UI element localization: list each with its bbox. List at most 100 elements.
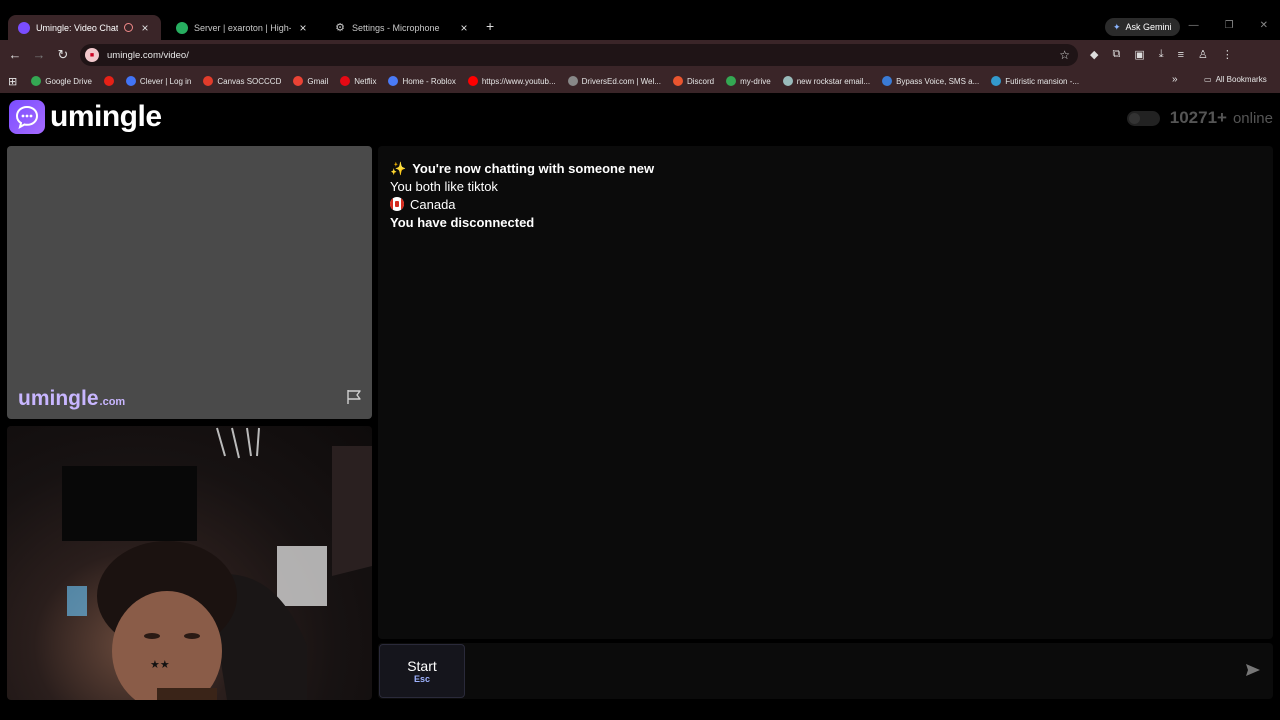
bookmark-item[interactable]: Futiristic mansion -...: [991, 76, 1079, 86]
bookmark-label: new rockstar email...: [796, 76, 871, 86]
message-text: You're now chatting with someone new: [412, 161, 655, 176]
watermark-tld: .com: [99, 396, 126, 408]
bookmark-favicon-icon: [31, 76, 42, 86]
bookmark-favicon-icon: [991, 76, 1002, 86]
bookmark-favicon-icon: [388, 76, 399, 86]
bookmark-label: Gmail: [307, 76, 329, 86]
camera-permission-icon[interactable]: ■: [85, 48, 99, 62]
restore-icon[interactable]: ❐: [1225, 20, 1234, 31]
umingle-favicon-icon: [18, 21, 30, 34]
bookmark-item[interactable]: Google Drive: [31, 76, 92, 86]
start-shortcut-key: Esc: [413, 674, 430, 684]
side-panel-icon[interactable]: ▣: [1134, 48, 1144, 61]
bookmark-item[interactable]: [103, 76, 114, 86]
address-bar[interactable]: ■ umingle.com/video/ ☆: [80, 44, 1078, 66]
close-tab-icon[interactable]: ×: [297, 22, 309, 34]
more-bookmarks-icon[interactable]: »: [1172, 74, 1178, 85]
reload-icon[interactable]: ↻: [51, 47, 75, 63]
bookmark-label: Discord: [686, 76, 715, 86]
bookmark-label: my-drive: [740, 76, 771, 86]
online-count: 10271+: [1169, 108, 1227, 127]
site-logo[interactable]: umingle: [9, 100, 162, 134]
bookmark-favicon-icon: [782, 76, 793, 86]
stranger-video: umingle .com: [7, 146, 372, 419]
browser-tabstrip: Umingle: Video Chat with St × Server | e…: [0, 0, 1280, 40]
bookmark-item[interactable]: Netflix: [340, 76, 376, 86]
tab-settings-microphone[interactable]: ⚙ Settings - Microphone ×: [324, 15, 480, 40]
canada-flag-icon: [390, 197, 404, 211]
extensions-puzzle-icon[interactable]: ⧉: [1112, 48, 1120, 61]
bookmark-item[interactable]: new rockstar email...: [782, 76, 871, 86]
close-tab-icon[interactable]: ×: [139, 22, 151, 34]
all-bookmarks-button[interactable]: ▭ All Bookmarks: [1204, 75, 1267, 84]
chat-input-row: Start Esc: [378, 643, 1273, 699]
start-button[interactable]: Start Esc: [379, 644, 465, 698]
forward-icon[interactable]: →: [27, 47, 51, 62]
minimize-icon[interactable]: —: [1189, 20, 1199, 31]
bookmark-label: Home - Roblox: [402, 76, 456, 86]
bookmark-favicon-icon: [103, 76, 114, 86]
report-flag-icon[interactable]: [346, 389, 364, 410]
new-tab-button[interactable]: +: [486, 18, 494, 34]
online-counter: 10271+ online: [1126, 108, 1273, 128]
gear-icon: ⚙: [335, 21, 345, 34]
download-icon[interactable]: ⤓: [1159, 48, 1164, 61]
bookmark-item[interactable]: https://www.youtub...: [467, 76, 556, 86]
start-label: Start: [407, 658, 437, 674]
bookmark-favicon-icon: [467, 76, 478, 86]
camera-feed-image: ★★: [62, 427, 372, 700]
chat-message: You both like tiktok: [390, 178, 1261, 196]
bookmark-item[interactable]: DriversEd.com | Wel...: [567, 76, 661, 86]
exaroton-favicon-icon: [176, 21, 188, 34]
message-text: You both like tiktok: [390, 179, 498, 194]
folder-icon: ▭: [1204, 75, 1212, 84]
close-window-icon[interactable]: ✕: [1260, 20, 1268, 31]
bookmark-item[interactable]: Bypass Voice, SMS a...: [882, 76, 979, 86]
bookmark-favicon-icon: [726, 76, 737, 86]
bookmark-item[interactable]: Home - Roblox: [388, 76, 456, 86]
profile-icon[interactable]: ♙: [1198, 48, 1208, 61]
bookmark-item[interactable]: Gmail: [293, 76, 328, 86]
extension-icon[interactable]: ◆: [1090, 48, 1098, 61]
tab-exaroton[interactable]: Server | exaroton | High-end on ×: [166, 15, 319, 40]
bookmark-label: Canvas SOCCCD: [217, 76, 282, 86]
chat-message: You have disconnected: [390, 214, 1261, 232]
logo-text: umingle: [50, 100, 162, 133]
bookmark-item[interactable]: my-drive: [726, 76, 771, 86]
chat-message: Canada: [390, 196, 1261, 214]
recording-icon: [124, 23, 133, 32]
bookmark-favicon-icon: [882, 76, 893, 86]
bookmark-favicon-icon: [567, 76, 578, 86]
tab-umingle[interactable]: Umingle: Video Chat with St ×: [8, 15, 161, 40]
tab-title: Server | exaroton | High-end on: [194, 22, 291, 33]
bookmark-item[interactable]: Discord: [672, 76, 715, 86]
menu-icon[interactable]: ⋮: [1222, 48, 1233, 61]
dark-mode-toggle[interactable]: [1126, 110, 1160, 126]
tab-title: Settings - Microphone: [352, 22, 440, 33]
bookmark-favicon-icon: [293, 76, 304, 86]
sparkles-icon: ✨: [390, 161, 407, 176]
bookmark-item[interactable]: Clever | Log in: [125, 76, 192, 86]
media-controls-icon[interactable]: ≡: [1178, 49, 1184, 61]
bookmark-label: Netflix: [354, 76, 377, 86]
message-input[interactable]: [472, 651, 1232, 691]
bookmark-favicon-icon: [203, 76, 214, 86]
bookmark-star-icon[interactable]: ☆: [1059, 48, 1070, 62]
ask-gemini-button[interactable]: ✦ Ask Gemini: [1105, 18, 1180, 36]
chat-message: ✨ You're now chatting with someone new: [390, 160, 1261, 178]
apps-grid-icon[interactable]: ⊞: [8, 75, 17, 88]
bookmark-favicon-icon: [672, 76, 683, 86]
browser-toolbar: ← → ↻ ■ umingle.com/video/ ☆ ◆ ⧉ ▣ ⤓ ≡ ♙…: [0, 40, 1280, 69]
chat-log: ✨ You're now chatting with someone new Yo…: [378, 146, 1273, 639]
all-bookmarks-label: All Bookmarks: [1215, 75, 1267, 84]
bookmark-favicon-icon: [340, 76, 351, 86]
bookmark-label: Clever | Log in: [139, 76, 192, 86]
bookmark-item[interactable]: Canvas SOCCCD: [203, 76, 281, 86]
bookmark-label: Google Drive: [45, 76, 92, 86]
back-icon[interactable]: ←: [3, 47, 27, 62]
watermark-text: umingle: [18, 387, 99, 410]
send-icon[interactable]: [1245, 663, 1261, 682]
umingle-page: umingle 10271+ online umingle .com ★★ ✨ …: [0, 93, 1280, 720]
close-tab-icon[interactable]: ×: [458, 22, 470, 34]
chat-bubble-icon: [9, 100, 45, 134]
